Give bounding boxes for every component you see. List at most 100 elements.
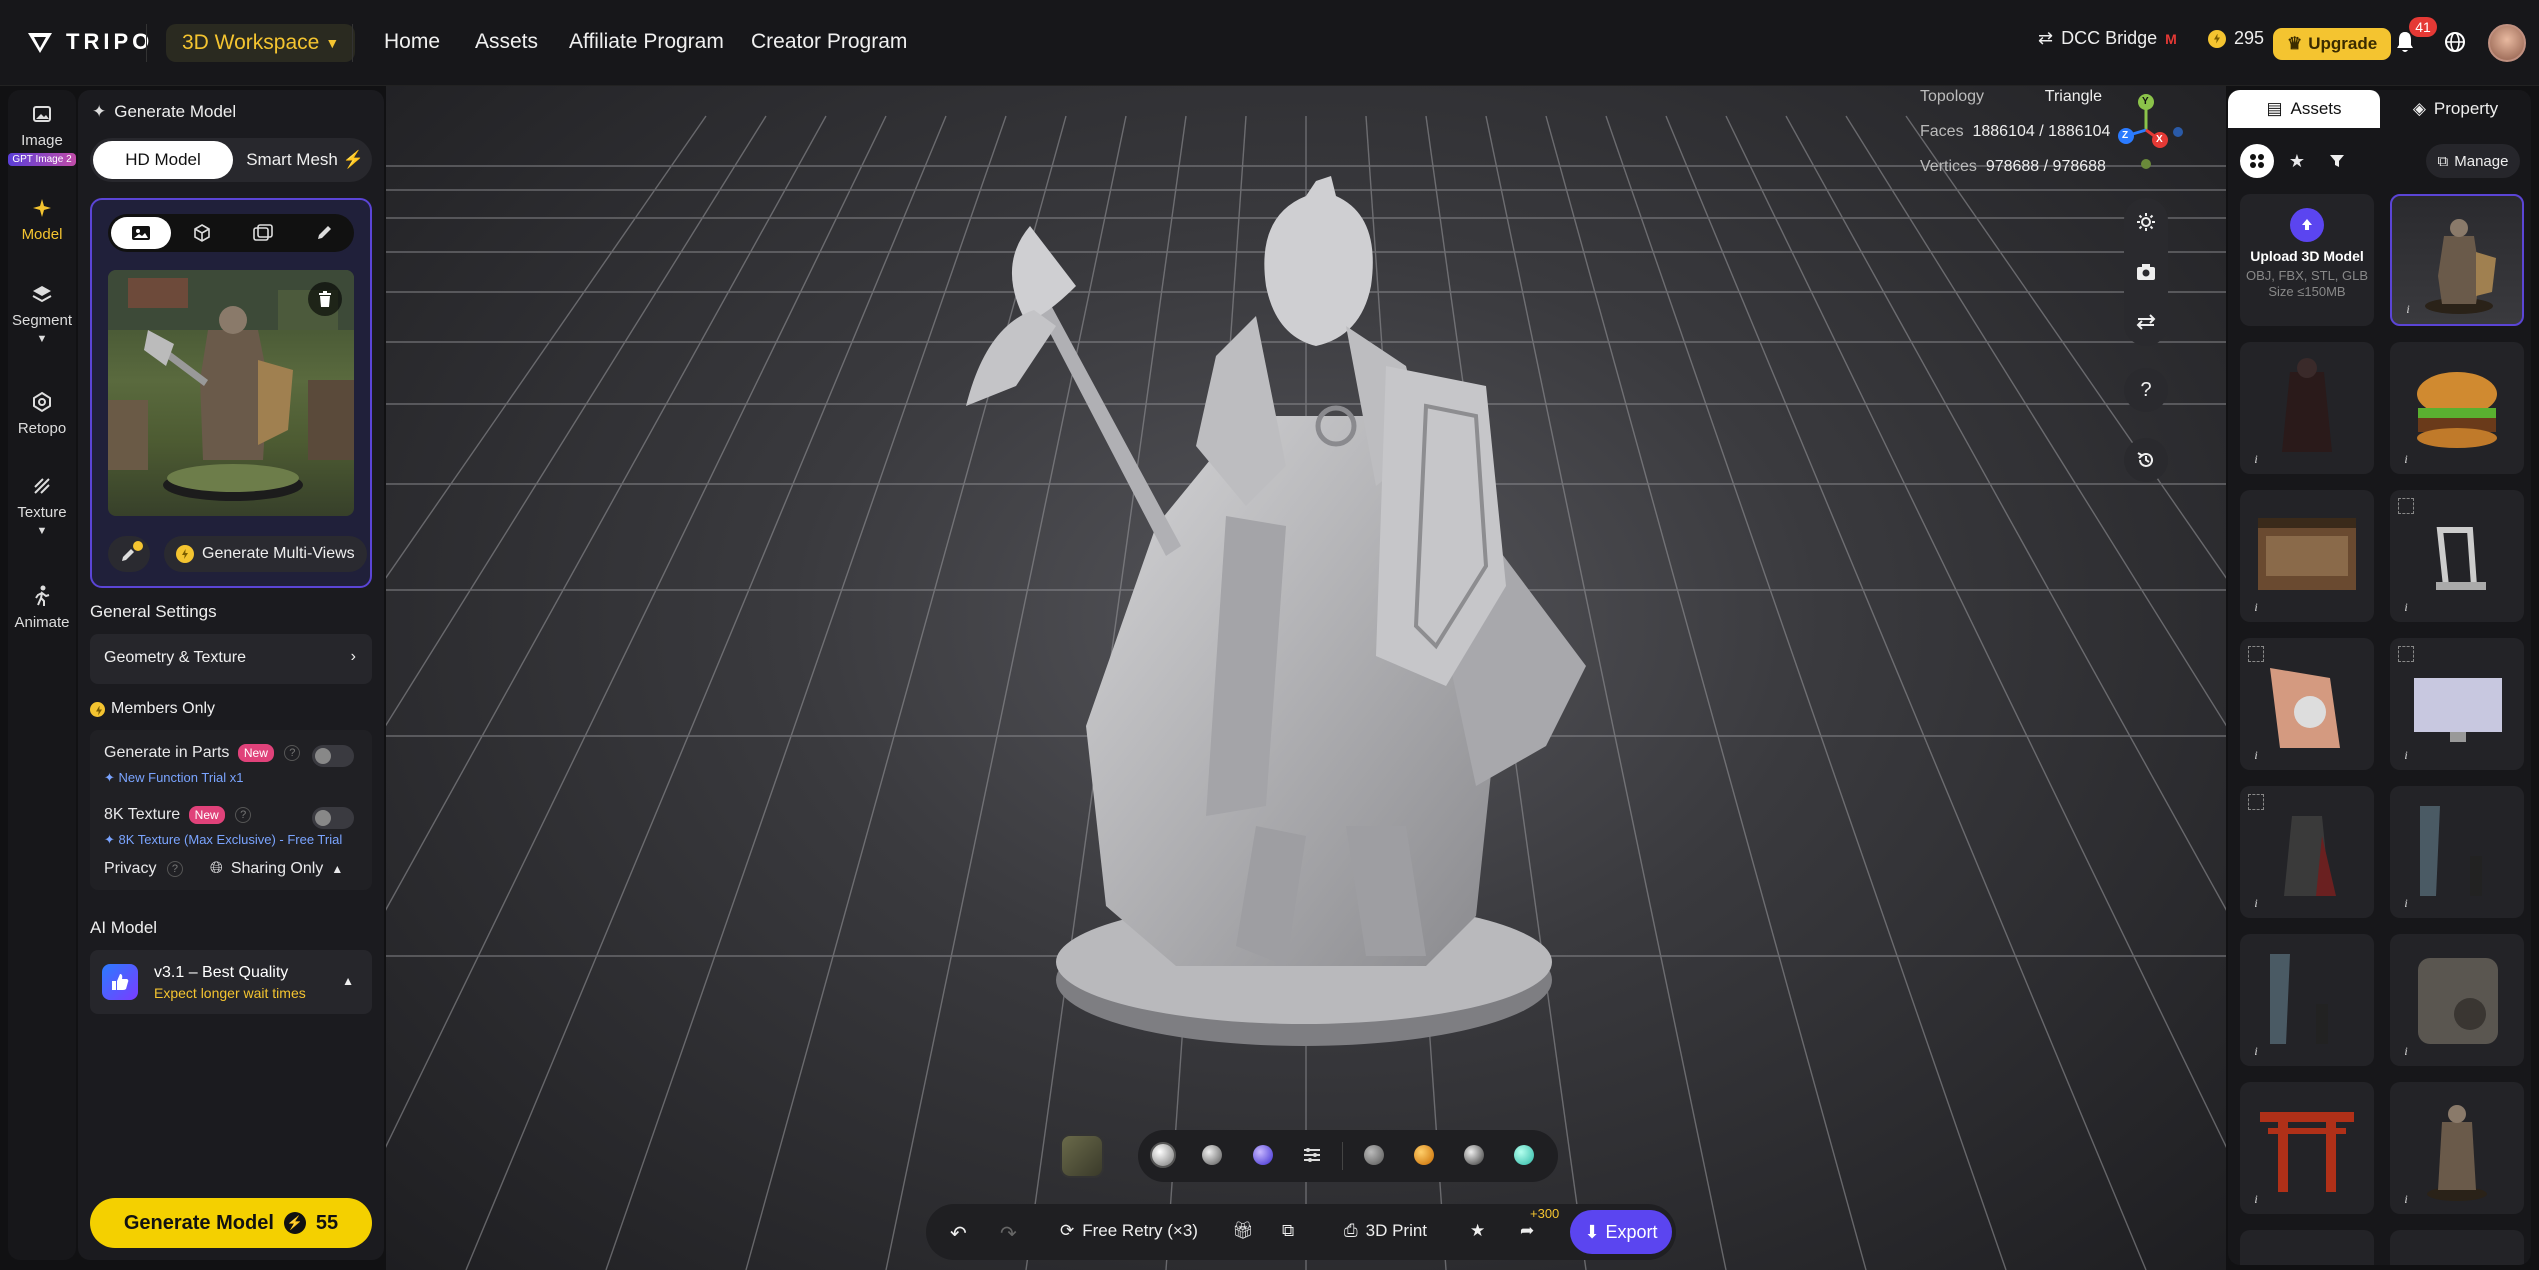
hd-model-tab[interactable]: HD Model [93,141,233,179]
info-icon[interactable]: i [2248,452,2264,468]
help-icon[interactable]: ? [235,807,252,823]
rail-item-segment[interactable]: Segment ▼ [8,282,76,345]
info-icon[interactable]: i [2248,896,2264,912]
asset-card[interactable]: i [2240,638,2374,770]
warrior-model[interactable] [386,86,2226,1270]
asset-card[interactable] [2390,1230,2524,1265]
help-button[interactable]: ? [2124,368,2168,412]
share-button[interactable]: ➦ [1520,1221,1534,1241]
dcc-bridge-button[interactable]: ⇄ DCC Bridge M [2038,28,2177,49]
ar-view-button[interactable]: ⧉ [1282,1221,1294,1241]
chevron-down-icon[interactable]: ▼ [8,525,76,537]
tab-text-prompt[interactable] [294,217,354,249]
generate-parts-toggle[interactable] [312,745,354,767]
workspace-dropdown[interactable]: 3D Workspace ▼ [166,24,356,62]
free-retry-button[interactable]: ⟳ Free Retry (×3) [1060,1221,1198,1241]
render-clay-button[interactable] [1202,1145,1222,1165]
rail-item-animate[interactable]: Animate [8,584,76,631]
favorites-filter-button[interactable]: ★ [2280,144,2314,178]
asset-card[interactable]: i [2240,1082,2374,1214]
privacy-dropdown[interactable]: 🌐︎ Sharing Only ▲ [210,860,343,878]
asset-card[interactable]: i [2390,342,2524,474]
rail-item-image[interactable]: Image GPT Image 2 [8,102,76,166]
asset-card[interactable]: i [2240,342,2374,474]
chevron-down-icon[interactable]: ▼ [8,333,76,345]
asset-card[interactable]: i [2390,1082,2524,1214]
render-settings-button[interactable] [1302,1145,1322,1165]
nav-assets[interactable]: Assets [475,30,538,54]
export-button[interactable]: ⬇ Export [1570,1210,1672,1254]
info-icon[interactable]: i [2248,600,2264,616]
nav-home[interactable]: Home [384,30,440,54]
material-teal-button[interactable] [1514,1145,1534,1165]
screenshot-button[interactable] [2124,250,2168,294]
edit-image-button[interactable] [108,536,150,572]
redo-button[interactable]: ↷ [1000,1221,1017,1246]
tab-3d-cube[interactable] [172,217,232,249]
lighting-button[interactable] [2124,200,2168,244]
render-normal-button[interactable] [1253,1145,1273,1165]
asset-card[interactable]: i [2390,786,2524,918]
asset-card[interactable]: i [2390,194,2524,326]
logo[interactable]: TRIPO [26,28,153,56]
grid-view-button[interactable] [2240,144,2274,178]
nav-creator[interactable]: Creator Program [751,30,907,54]
info-icon[interactable]: i [2248,1192,2264,1208]
filter-button[interactable] [2320,144,2354,178]
compare-button[interactable] [2124,300,2168,344]
info-icon[interactable]: i [2248,748,2264,764]
info-icon[interactable]: i [2398,1044,2414,1060]
upload-3d-model-card[interactable]: Upload 3D Model OBJ, FBX, STL, GLB Size … [2240,194,2374,326]
tab-single-image[interactable] [111,217,171,249]
smart-mesh-tab[interactable]: Smart Mesh ⚡ [240,138,370,182]
reference-thumbnail[interactable] [1060,1134,1104,1178]
axis-gizmo[interactable]: Y Z X [2116,92,2196,172]
delete-image-button[interactable] [308,282,342,316]
nav-affiliate[interactable]: Affiliate Program [569,30,724,54]
undo-button[interactable]: ↶ [950,1221,967,1246]
info-icon[interactable]: i [2398,600,2414,616]
asset-card[interactable]: i [2240,786,2374,918]
upgrade-label: Upgrade [2308,34,2378,53]
gift-button[interactable]: 🎁︎ [1232,1221,1254,1241]
manage-button[interactable]: ⧉ Manage [2426,144,2520,178]
render-solid-button[interactable] [1150,1142,1176,1168]
uploaded-image-preview[interactable] [108,270,354,516]
material-gold-button[interactable] [1414,1145,1434,1165]
asset-card[interactable]: i [2390,934,2524,1066]
asset-card[interactable]: i [2390,490,2524,622]
info-icon[interactable]: i [2400,302,2416,318]
info-icon[interactable]: i [2248,1044,2264,1060]
credits-display[interactable]: 295 [2208,28,2264,49]
material-gray-button[interactable] [1364,1145,1384,1165]
tab-property[interactable]: ◈ Property [2380,90,2531,128]
tab-assets[interactable]: ▤ Assets [2228,90,2380,128]
info-icon[interactable]: i [2398,896,2414,912]
ai-model-selector[interactable]: v3.1 – Best Quality Expect longer wait t… [90,950,372,1014]
asset-card[interactable]: i [2240,490,2374,622]
asset-card[interactable] [2240,1230,2374,1265]
help-icon[interactable]: ? [166,860,183,877]
rail-item-model[interactable]: Model [8,196,76,243]
help-icon[interactable]: ? [284,745,301,761]
avatar[interactable] [2488,24,2526,62]
rail-item-texture[interactable]: Texture ▼ [8,474,76,537]
3d-viewport[interactable]: Topology Triangle Faces 1886104 / 188610… [386,86,2226,1270]
geometry-texture-row[interactable]: Geometry & Texture › [90,634,372,684]
generate-multiviews-button[interactable]: Generate Multi-Views [164,536,367,572]
favorite-button[interactable]: ★ [1470,1221,1485,1241]
asset-card[interactable]: i [2390,638,2524,770]
3d-print-button[interactable]: ⎙ 3D Print [1344,1221,1427,1241]
info-icon[interactable]: i [2398,1192,2414,1208]
generate-model-button[interactable]: Generate Model ⚡ 55 [90,1198,372,1248]
info-icon[interactable]: i [2398,748,2414,764]
asset-card[interactable]: i [2240,934,2374,1066]
texture-8k-toggle[interactable] [312,807,354,829]
history-button[interactable] [2124,438,2168,482]
globe-icon[interactable] [2444,31,2466,53]
tab-multi-image[interactable] [233,217,293,249]
material-metal-button[interactable] [1464,1145,1484,1165]
upgrade-button[interactable]: ♛ Upgrade [2273,28,2392,60]
info-icon[interactable]: i [2398,452,2414,468]
rail-item-retopo[interactable]: Retopo [8,390,76,437]
